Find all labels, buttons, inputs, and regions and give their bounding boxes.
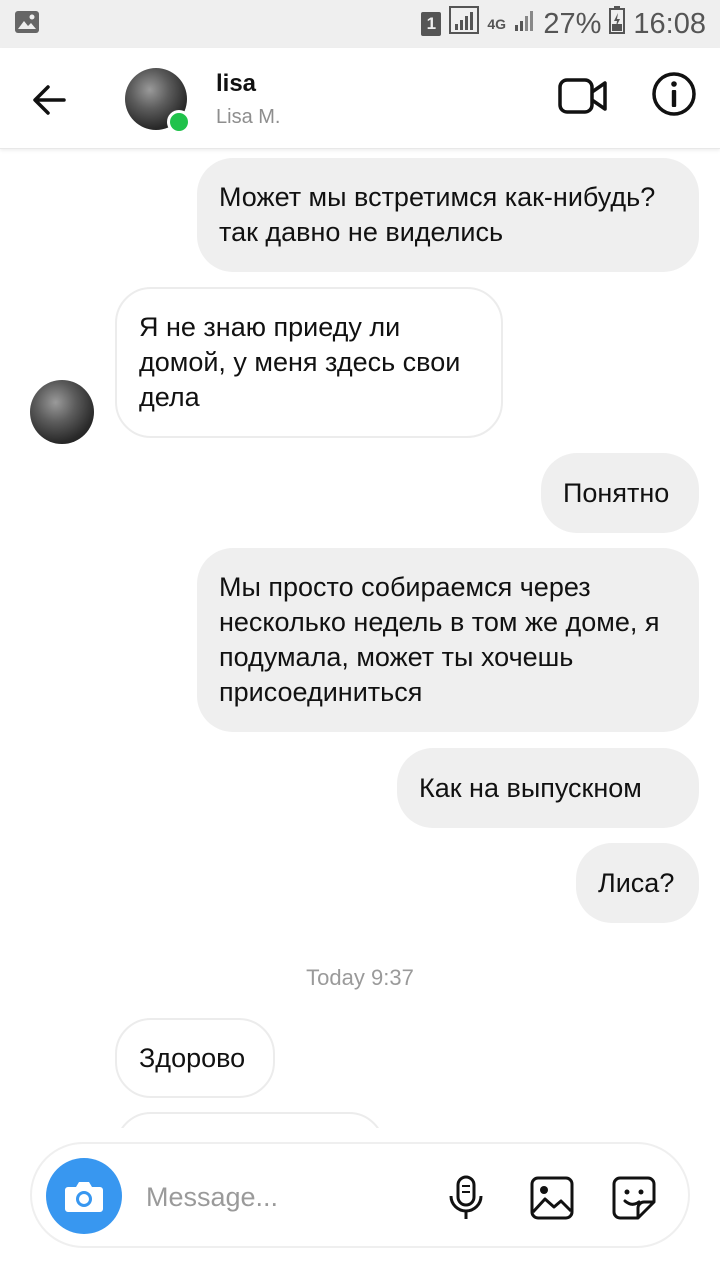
chat-header: lisa Lisa M. (0, 48, 720, 149)
gallery-button[interactable] (528, 1174, 576, 1222)
camera-icon (65, 1182, 103, 1212)
message-outgoing[interactable]: Может мы встретимся как-нибудь? так давн… (197, 158, 699, 272)
clock: 16:08 (633, 7, 706, 40)
message-incoming[interactable]: Здорово (115, 1018, 275, 1098)
video-call-button[interactable] (557, 74, 609, 118)
signal-2-icon (513, 7, 535, 41)
back-button[interactable] (28, 78, 72, 122)
battery-icon (609, 6, 626, 42)
sender-avatar[interactable] (30, 380, 94, 444)
message-thread[interactable]: Может мы встретимся как-нибудь? так давн… (0, 150, 720, 1128)
message-outgoing[interactable]: Как на выпускном (397, 748, 699, 828)
voice-message-button[interactable] (442, 1174, 490, 1222)
gallery-notification-icon (14, 10, 40, 39)
sticker-icon (612, 1176, 656, 1220)
message-outgoing[interactable]: Лиса? (576, 843, 699, 923)
contact-fullname: Lisa M. (216, 106, 281, 128)
sim-indicator: 1 (421, 12, 442, 36)
timestamp-separator: Today 9:37 (306, 965, 414, 990)
message-incoming-partial[interactable] (115, 1112, 385, 1128)
status-bar: 1 4G 27% 16:08 (0, 0, 720, 48)
signal-icon (449, 6, 480, 42)
online-status-dot (167, 110, 191, 134)
image-icon (530, 1176, 574, 1220)
video-camera-icon (558, 78, 607, 114)
network-type: 4G (487, 16, 507, 32)
arrow-left-icon (33, 85, 66, 115)
microphone-icon (449, 1175, 483, 1219)
contact-avatar[interactable] (125, 68, 191, 134)
info-icon (652, 72, 696, 116)
message-outgoing[interactable]: Мы просто собираемся через несколько нед… (197, 548, 699, 732)
message-composer (30, 1142, 690, 1248)
info-button[interactable] (650, 70, 698, 118)
camera-button[interactable] (46, 1158, 122, 1234)
message-incoming[interactable]: Я не знаю приеду ли домой, у меня здесь … (115, 287, 503, 438)
contact-name[interactable]: lisa (216, 70, 256, 98)
message-input[interactable] (144, 1172, 448, 1222)
battery-percent: 27% (543, 7, 602, 40)
message-outgoing[interactable]: Понятно (541, 453, 699, 533)
sticker-button[interactable] (610, 1174, 658, 1222)
